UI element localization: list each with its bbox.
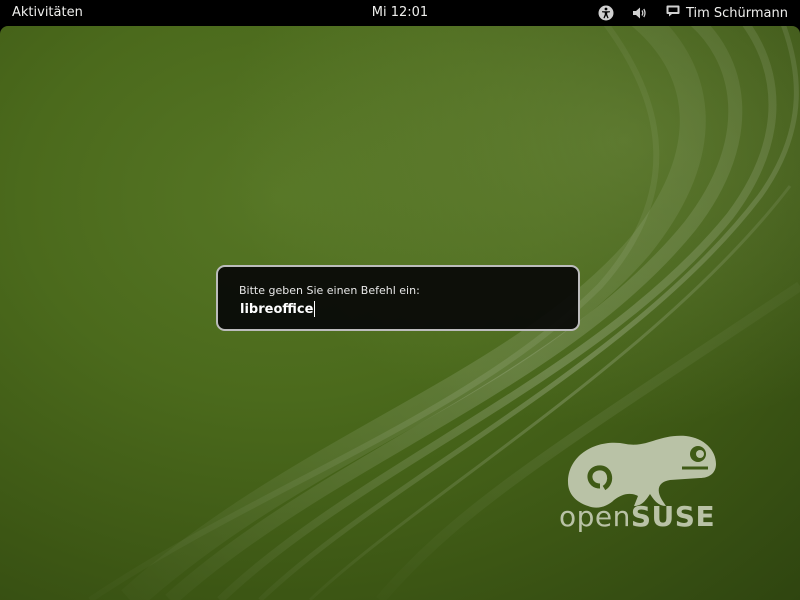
run-prompt-label: Bitte geben Sie einen Befehl ein: [239, 284, 420, 297]
user-name: Tim Schürmann [685, 5, 788, 21]
command-input-value: libreoffice [240, 301, 314, 317]
text-cursor [314, 301, 316, 317]
brand-bold: SUSE [630, 500, 716, 533]
user-menu[interactable]: Tim Schürmann [666, 5, 788, 21]
command-input[interactable]: libreoffice [240, 301, 316, 317]
system-tray: Tim Schürmann [580, 0, 788, 26]
screen: Aktivitäten Mi 12:01 Tim Schürmann openS… [0, 0, 800, 600]
volume-icon[interactable] [632, 6, 648, 20]
run-command-dialog: Bitte geben Sie einen Befehl ein: libreo… [216, 265, 580, 331]
opensuse-wordmark: openSUSE [559, 500, 715, 533]
brand-light: open [559, 500, 631, 533]
accessibility-icon[interactable] [598, 5, 614, 21]
chat-status-icon [666, 5, 680, 21]
top-panel: Aktivitäten Mi 12:01 Tim Schürmann [0, 0, 800, 26]
